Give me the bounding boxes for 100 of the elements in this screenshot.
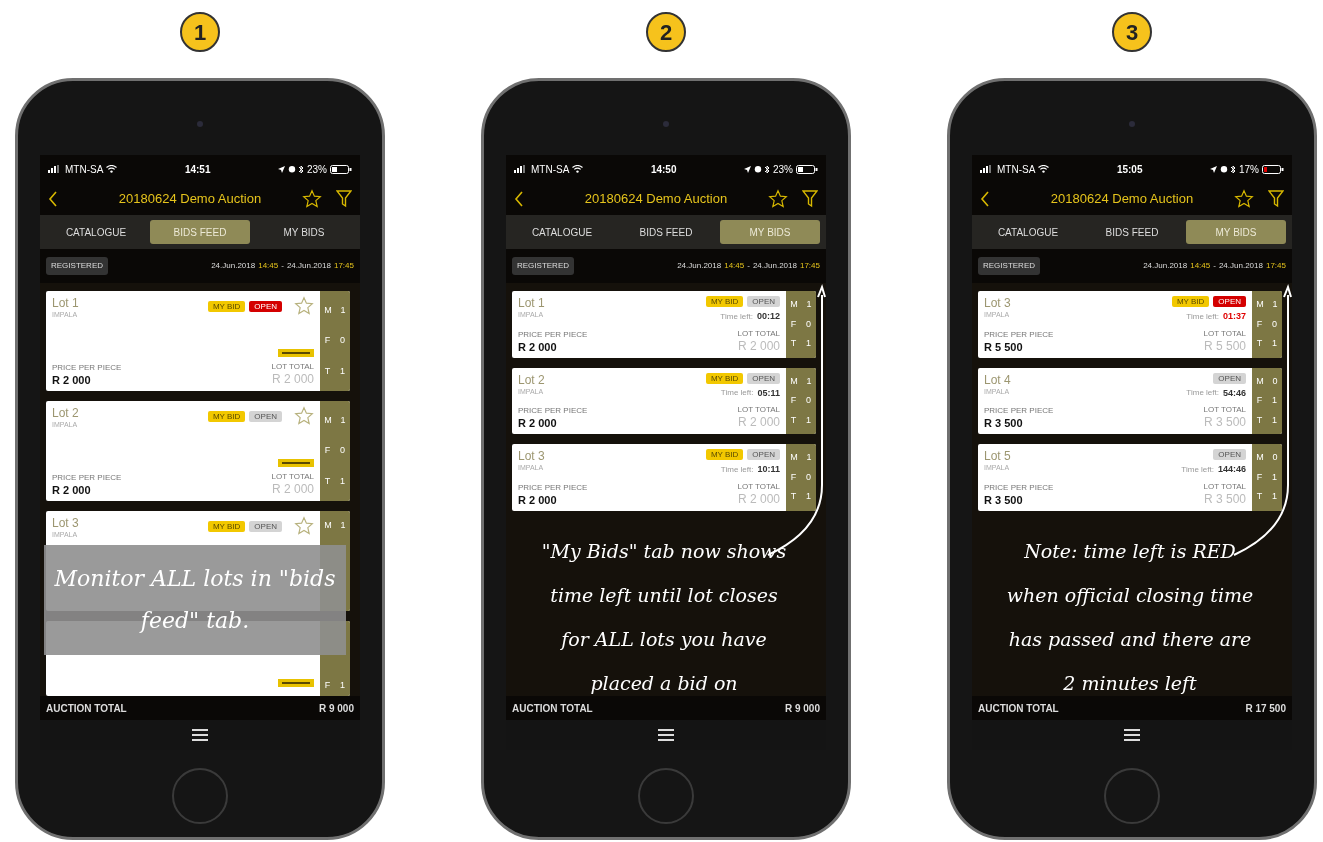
time-left-value: 00:12 [756,310,780,323]
price-label: PRICE PER PIECE [52,472,122,484]
status-tag: MY BID [705,296,744,307]
bluetooth-icon [299,164,304,174]
phone-camera [663,121,669,127]
star-icon[interactable] [294,516,314,536]
price-value: R 3 500 [984,417,1024,429]
count-key: F [790,317,797,331]
start-date: 24.Jun.2018 [1143,260,1188,272]
clock-time: 14:51 [184,162,211,177]
time-left-label: Time left: [1186,310,1219,323]
tab[interactable]: BIDS FEED [1082,220,1182,244]
price-value: R 2 000 [518,417,558,429]
clock-time: 15:05 [1116,162,1143,177]
start-time: 14:45 [724,260,745,272]
brand-logo [278,679,314,687]
step-number: 3 [1112,12,1152,52]
menu-icon[interactable] [658,729,674,741]
count-key: T [324,474,331,489]
price-value: R 2 000 [518,340,558,353]
location-arrow-icon [1210,165,1217,173]
price-label: PRICE PER PIECE [518,481,588,494]
count-value: 0 [806,317,812,331]
price-value: R 2 000 [518,493,558,506]
lot-total-label: LOT TOTAL [737,404,780,416]
price-label: PRICE PER PIECE [984,405,1054,417]
menu-icon[interactable] [1124,729,1140,741]
star-icon[interactable] [302,189,322,209]
location-arrow-icon [278,165,285,173]
auction-total-value: R 17 500 [1245,701,1286,716]
price-value: R 2 000 [52,484,92,496]
back-icon[interactable] [514,191,524,207]
tab[interactable]: CATALOGUE [46,220,146,244]
count-value: 1 [806,490,812,503]
count-value: 0 [806,394,812,407]
auction-total-value: R 9 000 [318,701,354,716]
count-value: 0 [806,470,812,484]
start-time: 14:45 [1190,260,1211,272]
registered-tag: REGISTERED [978,257,1040,275]
filter-icon[interactable] [336,190,352,208]
filter-icon[interactable] [802,190,818,208]
count-key: M [1256,298,1264,312]
price-value: R 2 000 [52,374,92,386]
count-key: M [790,374,798,388]
count-key: F [1256,470,1263,484]
count-value: 1 [1272,394,1278,407]
count-key: F [790,470,797,484]
count-value: 1 [1272,470,1278,484]
status-tag: MY BID [705,372,744,384]
status-tag: MY BID [207,410,246,422]
bluetooth-icon [765,164,770,174]
lot-title: Lot 1 [52,296,79,310]
battery-percent: 17% [1239,162,1259,177]
count-value: 1 [340,303,346,317]
lot-total-label: LOT TOTAL [737,480,780,493]
star-icon[interactable] [768,189,788,209]
time-left-value: 10:11 [757,463,780,476]
alarm-icon [288,165,296,173]
count-key: F [324,334,331,348]
lot-total-value: R 2 000 [737,339,780,353]
screen-title: 20180624 Demo Auction [1049,190,1195,209]
start-time: 14:45 [258,260,279,272]
status-tag: OPEN [249,300,282,312]
location-arrow-icon [744,165,751,173]
count-value: 1 [806,374,812,388]
filter-icon[interactable] [1268,190,1284,208]
tab[interactable]: BIDS FEED [616,220,716,244]
tab[interactable]: CATALOGUE [978,220,1078,244]
wifi-icon [106,165,118,173]
phone-camera [197,121,203,127]
lot-title: Lot 3 [518,449,545,463]
lot-total-value: R 3 500 [1203,416,1246,429]
end-date: 24.Jun.2018 [752,260,797,272]
carrier-name: MTN-SA [531,162,570,177]
star-icon[interactable] [294,296,314,316]
tab[interactable]: CATALOGUE [512,220,612,244]
back-icon[interactable] [980,191,990,207]
lot-total-value: R 2 000 [737,492,780,506]
status-tag: OPEN [747,296,780,307]
lot-total-label: LOT TOTAL [1203,404,1246,416]
menu-icon[interactable] [192,729,208,741]
status-tag: OPEN [1213,449,1246,460]
price-label: PRICE PER PIECE [984,481,1054,494]
start-date: 24.Jun.2018 [211,260,256,272]
star-icon[interactable] [294,406,314,426]
count-key: M [790,451,798,465]
count-value: 1 [806,451,812,464]
lot-title: Lot 3 [984,296,1011,310]
status-tag: MY BID [1171,296,1210,307]
count-key: F [790,394,797,408]
back-icon[interactable] [48,191,58,207]
date-separator: - [1213,260,1216,272]
count-value: 0 [1272,317,1278,331]
count-value: 1 [340,678,346,692]
phone-camera [1129,121,1135,127]
battery-percent: 23% [773,162,793,177]
star-icon[interactable] [1234,189,1254,209]
date-separator: - [747,260,750,272]
lot-total-label: LOT TOTAL [271,361,314,373]
tab[interactable]: MY BIDS [254,220,354,244]
